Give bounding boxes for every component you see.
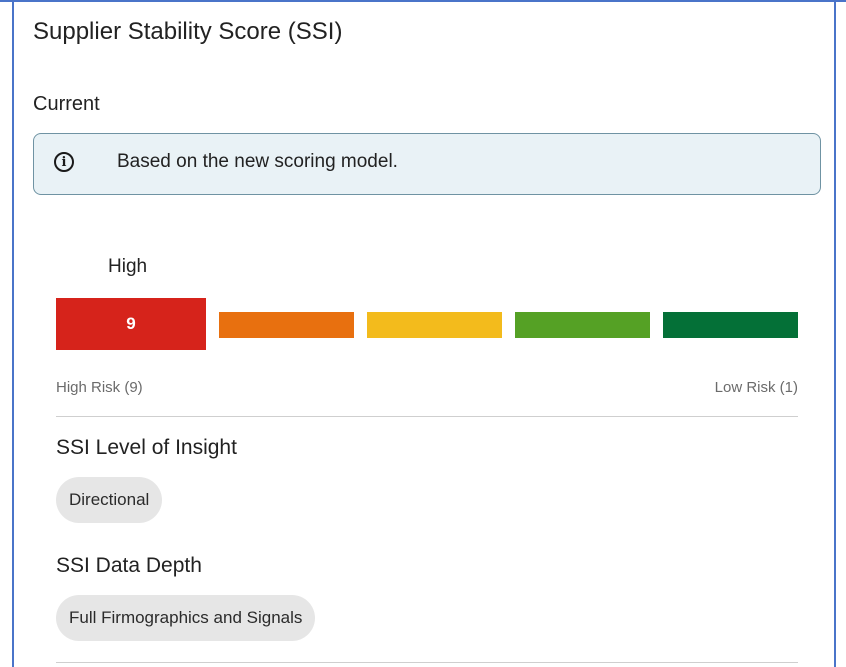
scale-high-label: High Risk (9) [56,379,143,396]
depth-heading: SSI Data Depth [56,554,202,577]
panel-title: Supplier Stability Score (SSI) [33,18,343,45]
scale-low-label: Low Risk (1) [714,379,798,396]
info-circle-icon: i [54,152,74,172]
period-label: Current [33,93,100,115]
insight-value-chip: Directional [56,477,163,523]
window-left-border [12,0,14,667]
info-banner-text: Based on the new scoring model. [117,151,398,172]
risk-segment-2 [219,312,354,338]
window-right-border [834,0,836,667]
risk-segment-high-active: 9 [56,298,206,350]
window-top-border [0,0,846,2]
risk-level-label: High [108,256,148,277]
depth-value-chip: Full Firmographics and Signals [56,595,316,641]
risk-segment-4 [515,312,650,338]
risk-segment-5 [663,312,798,338]
risk-score-value: 9 [126,314,136,333]
insight-heading: SSI Level of Insight [56,436,237,459]
risk-segment-3 [367,312,502,338]
section-divider [56,416,798,417]
section-divider [56,662,798,663]
